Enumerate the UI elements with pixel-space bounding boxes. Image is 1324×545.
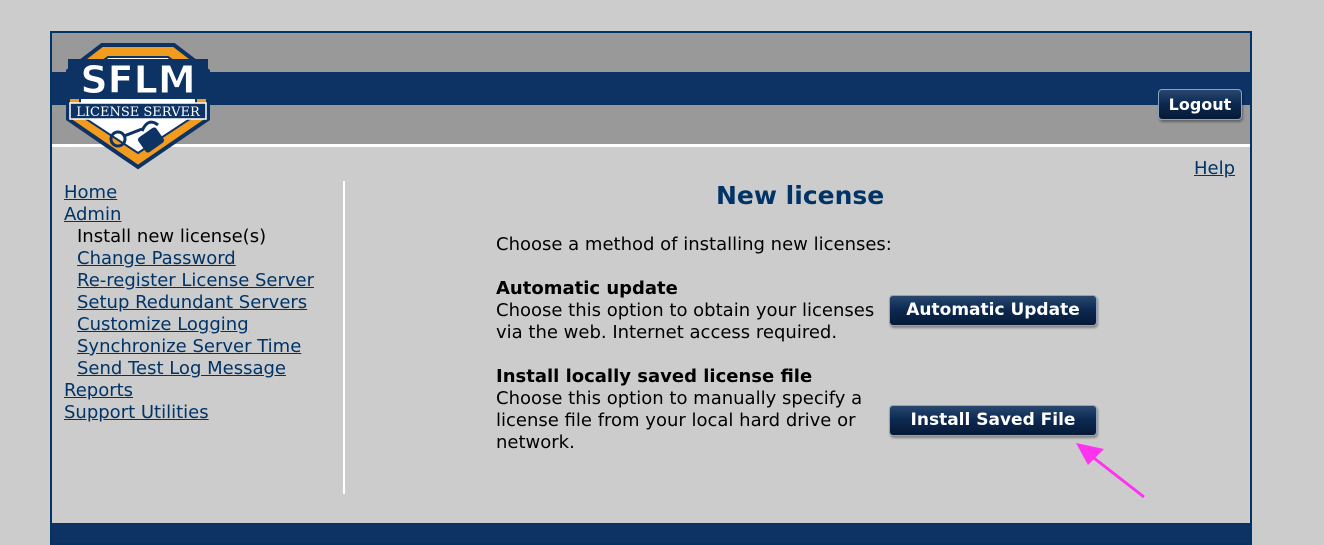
sidebar-item-change-password[interactable]: Change Password [64, 248, 314, 270]
logout-button[interactable]: Logout [1158, 89, 1242, 120]
install-saved-file-section: Install locally saved license file Choos… [496, 366, 862, 454]
sidebar-item-synchronize-server-time[interactable]: Synchronize Server Time [64, 336, 314, 358]
install-saved-file-desc-line2: license file from your local hard drive … [496, 410, 856, 431]
help-link[interactable]: Help [1194, 158, 1235, 179]
header-top-band [52, 33, 1250, 72]
sidebar-item-home[interactable]: Home [64, 182, 314, 204]
install-saved-file-desc-line3: network. [496, 432, 575, 453]
sflm-logo: SFLM LICENSE SERVER [66, 43, 210, 170]
sidebar-item-reregister-license-server[interactable]: Re-register License Server [64, 270, 314, 292]
sidebar-item-support-utilities[interactable]: Support Utilities [64, 402, 314, 424]
sidebar-item-reports[interactable]: Reports [64, 380, 314, 402]
page-title: New license [716, 181, 885, 210]
annotation-arrow-icon [1076, 443, 1145, 499]
sidebar-item-setup-redundant-servers[interactable]: Setup Redundant Servers [64, 292, 314, 314]
header-divider [52, 144, 1250, 147]
sidebar-item-customize-logging[interactable]: Customize Logging [64, 314, 314, 336]
install-saved-file-button[interactable]: Install Saved File [889, 405, 1097, 436]
svg-text:SFLM: SFLM [80, 58, 195, 102]
automatic-update-section: Automatic update Choose this option to o… [496, 278, 874, 344]
header-bottom-band [52, 105, 1250, 144]
install-saved-file-title: Install locally saved license file [496, 366, 813, 387]
svg-text:LICENSE SERVER: LICENSE SERVER [76, 105, 201, 120]
intro-text: Choose a method of installing new licens… [496, 234, 892, 255]
install-saved-file-desc-line1: Choose this option to manually specify a [496, 388, 863, 409]
automatic-update-desc-line1: Choose this option to obtain your licens… [496, 300, 875, 321]
sidebar-item-send-test-log-message[interactable]: Send Test Log Message [64, 358, 314, 380]
header-navy-band [52, 72, 1250, 105]
footer-band [52, 523, 1250, 543]
sidebar-nav: Home Admin Install new license(s) Change… [64, 182, 314, 424]
sidebar-item-admin[interactable]: Admin [64, 204, 314, 226]
sidebar-item-install-new-licenses: Install new license(s) [77, 226, 267, 247]
sidebar-divider [343, 181, 345, 494]
automatic-update-button[interactable]: Automatic Update [889, 295, 1097, 326]
automatic-update-desc-line2: via the web. Internet access required. [496, 322, 838, 343]
automatic-update-title: Automatic update [496, 278, 678, 299]
